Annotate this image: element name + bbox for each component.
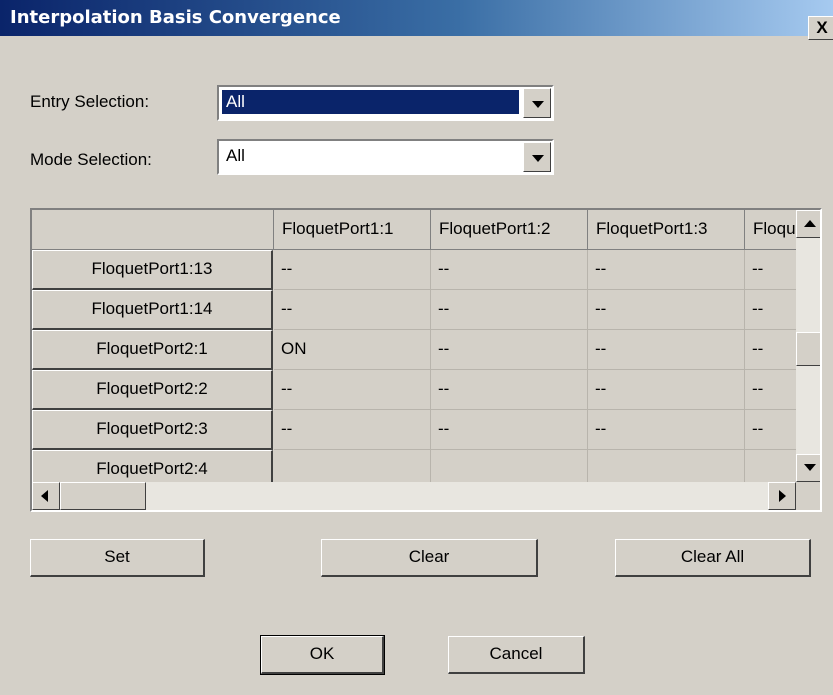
column-header[interactable]: FloquetPort1:4 xyxy=(745,210,796,250)
mode-selection-value: All xyxy=(226,146,245,165)
mode-dropdown-arrow-icon[interactable] xyxy=(523,142,551,172)
grid-cell[interactable]: -- xyxy=(274,370,431,410)
grid-cell[interactable]: -- xyxy=(745,410,796,450)
window-title: Interpolation Basis Convergence xyxy=(10,7,341,28)
mode-selection-label: Mode Selection: xyxy=(30,150,152,169)
entry-dropdown-arrow-icon[interactable] xyxy=(523,88,551,118)
grid-cell[interactable]: -- xyxy=(588,370,745,410)
column-header[interactable]: FloquetPort1:2 xyxy=(431,210,588,250)
grid-cell[interactable]: ON xyxy=(274,330,431,370)
row-header[interactable]: FloquetPort1:14 xyxy=(32,290,273,330)
grid-cell[interactable]: -- xyxy=(274,410,431,450)
row-header[interactable]: FloquetPort2:4 xyxy=(32,450,273,482)
mode-selection-dropdown[interactable]: All xyxy=(217,139,554,175)
grid-cell[interactable]: -- xyxy=(588,290,745,330)
grid-cell[interactable]: -- xyxy=(431,250,588,290)
row-header[interactable]: FloquetPort2:1 xyxy=(32,330,273,370)
clear-button[interactable]: Clear xyxy=(321,539,538,577)
grid-cell[interactable] xyxy=(431,450,588,482)
vertical-scrollbar[interactable] xyxy=(796,210,820,482)
grid-corner-header xyxy=(32,210,274,250)
clear-all-button[interactable]: Clear All xyxy=(615,539,811,577)
scroll-up-icon[interactable] xyxy=(796,210,820,238)
grid-cell[interactable]: -- xyxy=(745,290,796,330)
grid-cell[interactable]: -- xyxy=(745,330,796,370)
grid-viewport: FloquetPort1:1 FloquetPort1:2 FloquetPor… xyxy=(32,210,796,482)
scroll-right-icon[interactable] xyxy=(768,482,796,510)
scroll-down-icon[interactable] xyxy=(796,454,820,482)
entry-selection-label: Entry Selection: xyxy=(30,92,150,111)
grid-cell[interactable] xyxy=(274,450,431,482)
title-bar: Interpolation Basis Convergence xyxy=(0,0,833,36)
close-button[interactable]: X xyxy=(808,16,833,40)
grid-cell[interactable]: -- xyxy=(745,250,796,290)
grid-cell[interactable]: -- xyxy=(431,330,588,370)
grid-cell[interactable]: -- xyxy=(431,410,588,450)
entry-selection-value: All xyxy=(222,90,519,114)
row-header[interactable]: FloquetPort1:13 xyxy=(32,250,273,290)
set-button[interactable]: Set xyxy=(30,539,205,577)
column-header[interactable]: FloquetPort1:3 xyxy=(588,210,745,250)
grid-cell[interactable]: -- xyxy=(588,250,745,290)
scroll-corner xyxy=(796,482,820,510)
entry-selection-dropdown[interactable]: All xyxy=(217,85,554,121)
grid-cell[interactable]: -- xyxy=(588,330,745,370)
grid-cell[interactable] xyxy=(745,450,796,482)
horizontal-scroll-thumb[interactable] xyxy=(60,482,146,510)
grid-cell[interactable]: -- xyxy=(588,410,745,450)
column-header[interactable]: FloquetPort1:1 xyxy=(274,210,431,250)
grid-cell[interactable] xyxy=(588,450,745,482)
scroll-left-icon[interactable] xyxy=(32,482,60,510)
cancel-button[interactable]: Cancel xyxy=(448,636,585,674)
row-header[interactable]: FloquetPort2:2 xyxy=(32,370,273,410)
convergence-grid[interactable]: FloquetPort1:1 FloquetPort1:2 FloquetPor… xyxy=(30,208,822,512)
grid-cell[interactable]: -- xyxy=(431,290,588,330)
vertical-scroll-thumb[interactable] xyxy=(796,332,820,366)
grid-cell[interactable]: -- xyxy=(274,290,431,330)
grid-cell[interactable]: -- xyxy=(274,250,431,290)
grid-cell[interactable]: -- xyxy=(431,370,588,410)
row-header[interactable]: FloquetPort2:3 xyxy=(32,410,273,450)
grid-cell[interactable]: -- xyxy=(745,370,796,410)
ok-button[interactable]: OK xyxy=(260,635,385,675)
horizontal-scrollbar[interactable] xyxy=(32,482,796,510)
